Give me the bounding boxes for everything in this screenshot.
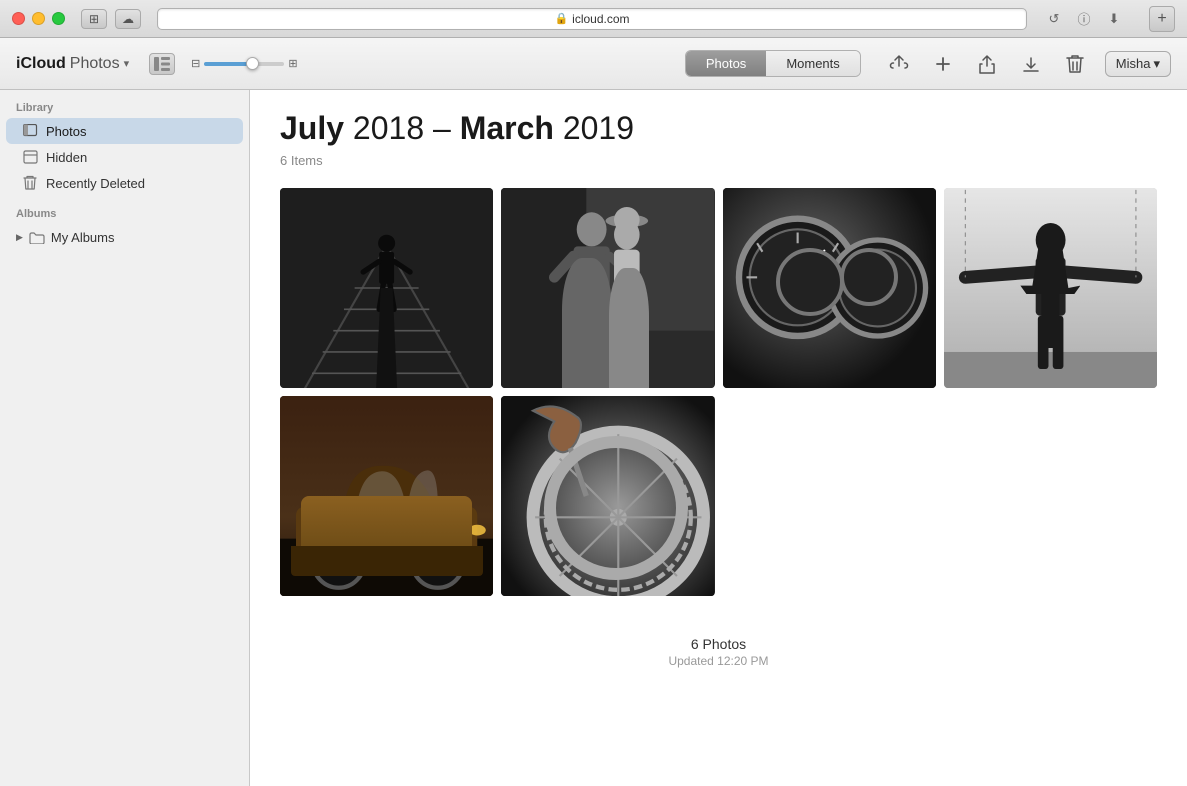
sidebar-toggle-button[interactable] [149, 53, 175, 75]
minimize-button[interactable] [32, 12, 45, 25]
url-bar[interactable]: 🔒 icloud.com [157, 8, 1027, 30]
new-tab-button[interactable]: + [1149, 6, 1175, 32]
my-albums-expand-icon: ▶ [16, 232, 23, 243]
brand-photos: Photos [70, 55, 120, 73]
upload-icon[interactable] [885, 50, 913, 78]
app-title-chevron[interactable]: ▾ [124, 57, 130, 70]
app-toolbar: iCloud Photos ▾ ⊟ ⊞ Photos Moments [0, 38, 1187, 90]
photo-image-6 [501, 396, 714, 596]
sidebar-toggle-btn[interactable]: ⊞ [81, 9, 107, 29]
footer-info: 6 Photos Updated 12:20 PM [280, 636, 1157, 688]
zoom-small-icon: ⊟ [191, 57, 200, 70]
photo-image-1 [280, 188, 493, 388]
albums-label: Albums [0, 208, 249, 224]
sidebar-item-hidden-label: Hidden [46, 150, 87, 165]
hidden-icon [22, 149, 38, 165]
maximize-button[interactable] [52, 12, 65, 25]
library-label: Library [0, 102, 249, 118]
sidebar-item-photos[interactable]: Photos [6, 118, 243, 144]
zoom-control[interactable]: ⊟ ⊞ [191, 57, 297, 70]
photo-area: July 2018 – March 2019 6 Items [250, 90, 1187, 786]
photo-image-5 [280, 396, 493, 596]
main-content: Library Photos Hidden [0, 90, 1187, 786]
cloud-btn[interactable]: ☁ [115, 9, 141, 29]
share-icon[interactable] [973, 50, 1001, 78]
photo-heading: July 2018 – March 2019 [280, 110, 1157, 147]
close-button[interactable] [12, 12, 25, 25]
end-year: 2019 [563, 110, 634, 146]
traffic-lights [12, 12, 65, 25]
add-icon[interactable] [929, 50, 957, 78]
sidebar: Library Photos Hidden [0, 90, 250, 786]
sidebar-item-photos-label: Photos [46, 124, 86, 139]
sidebar-item-recently-deleted-label: Recently Deleted [46, 176, 145, 191]
zoom-thumb[interactable] [246, 57, 259, 70]
photo-cell-2[interactable] [501, 188, 714, 388]
start-month: July [280, 110, 344, 146]
end-month: March [460, 110, 554, 146]
photos-sidebar-icon [22, 123, 38, 139]
toolbar-actions [885, 50, 1089, 78]
photo-cell-4[interactable] [944, 188, 1157, 388]
download-icon[interactable] [1017, 50, 1045, 78]
photo-cell-5[interactable] [280, 396, 493, 596]
zoom-large-icon: ⊞ [288, 57, 297, 70]
app-window: iCloud Photos ▾ ⊟ ⊞ Photos Moments [0, 38, 1187, 786]
photo-image-3 [723, 188, 936, 388]
photo-cell-1[interactable] [280, 188, 493, 388]
photo-grid [280, 188, 1157, 596]
items-count: 6 Items [280, 153, 1157, 168]
app-title: iCloud Photos ▾ [16, 55, 129, 73]
lock-icon: 🔒 [554, 12, 568, 25]
info-icon[interactable]: ⓘ [1073, 8, 1095, 30]
zoom-slider[interactable] [204, 62, 284, 66]
title-bar: ⊞ ☁ 🔒 icloud.com ↺ ⓘ ⬇ + [0, 0, 1187, 38]
user-name: Misha [1116, 56, 1151, 71]
start-year: 2018 [353, 110, 424, 146]
date-range-heading: July 2018 – March 2019 [280, 110, 1157, 147]
footer-updated: Updated 12:20 PM [280, 654, 1157, 668]
sidebar-item-hidden[interactable]: Hidden [6, 144, 243, 170]
my-albums-label: My Albums [51, 230, 115, 245]
sidebar-item-recently-deleted[interactable]: Recently Deleted [6, 170, 243, 196]
user-chevron: ▾ [1153, 56, 1160, 72]
trash-icon[interactable] [1061, 50, 1089, 78]
url-text: icloud.com [572, 12, 629, 26]
photos-segment[interactable]: Photos [686, 51, 766, 76]
photo-image-2 [501, 188, 714, 388]
view-segments[interactable]: Photos Moments [685, 50, 861, 77]
user-button[interactable]: Misha ▾ [1105, 51, 1171, 77]
url-bar-actions: ↺ ⓘ ⬇ [1043, 8, 1125, 30]
photo-cell-3[interactable] [723, 188, 936, 388]
sidebar-item-my-albums[interactable]: ▶ My Albums [0, 224, 249, 250]
photo-image-4 [944, 188, 1157, 388]
reload-icon[interactable]: ↺ [1043, 8, 1065, 30]
moments-segment[interactable]: Moments [766, 51, 859, 76]
download-arrow-icon[interactable]: ⬇ [1103, 8, 1125, 30]
photo-cell-6[interactable] [501, 396, 714, 596]
nav-controls: ⊞ ☁ [81, 9, 141, 29]
albums-section: Albums ▶ My Albums [0, 208, 249, 250]
recently-deleted-icon [22, 175, 38, 191]
footer-photos-count: 6 Photos [280, 636, 1157, 652]
brand-icloud: iCloud [16, 55, 66, 73]
my-albums-folder-icon [29, 229, 45, 245]
